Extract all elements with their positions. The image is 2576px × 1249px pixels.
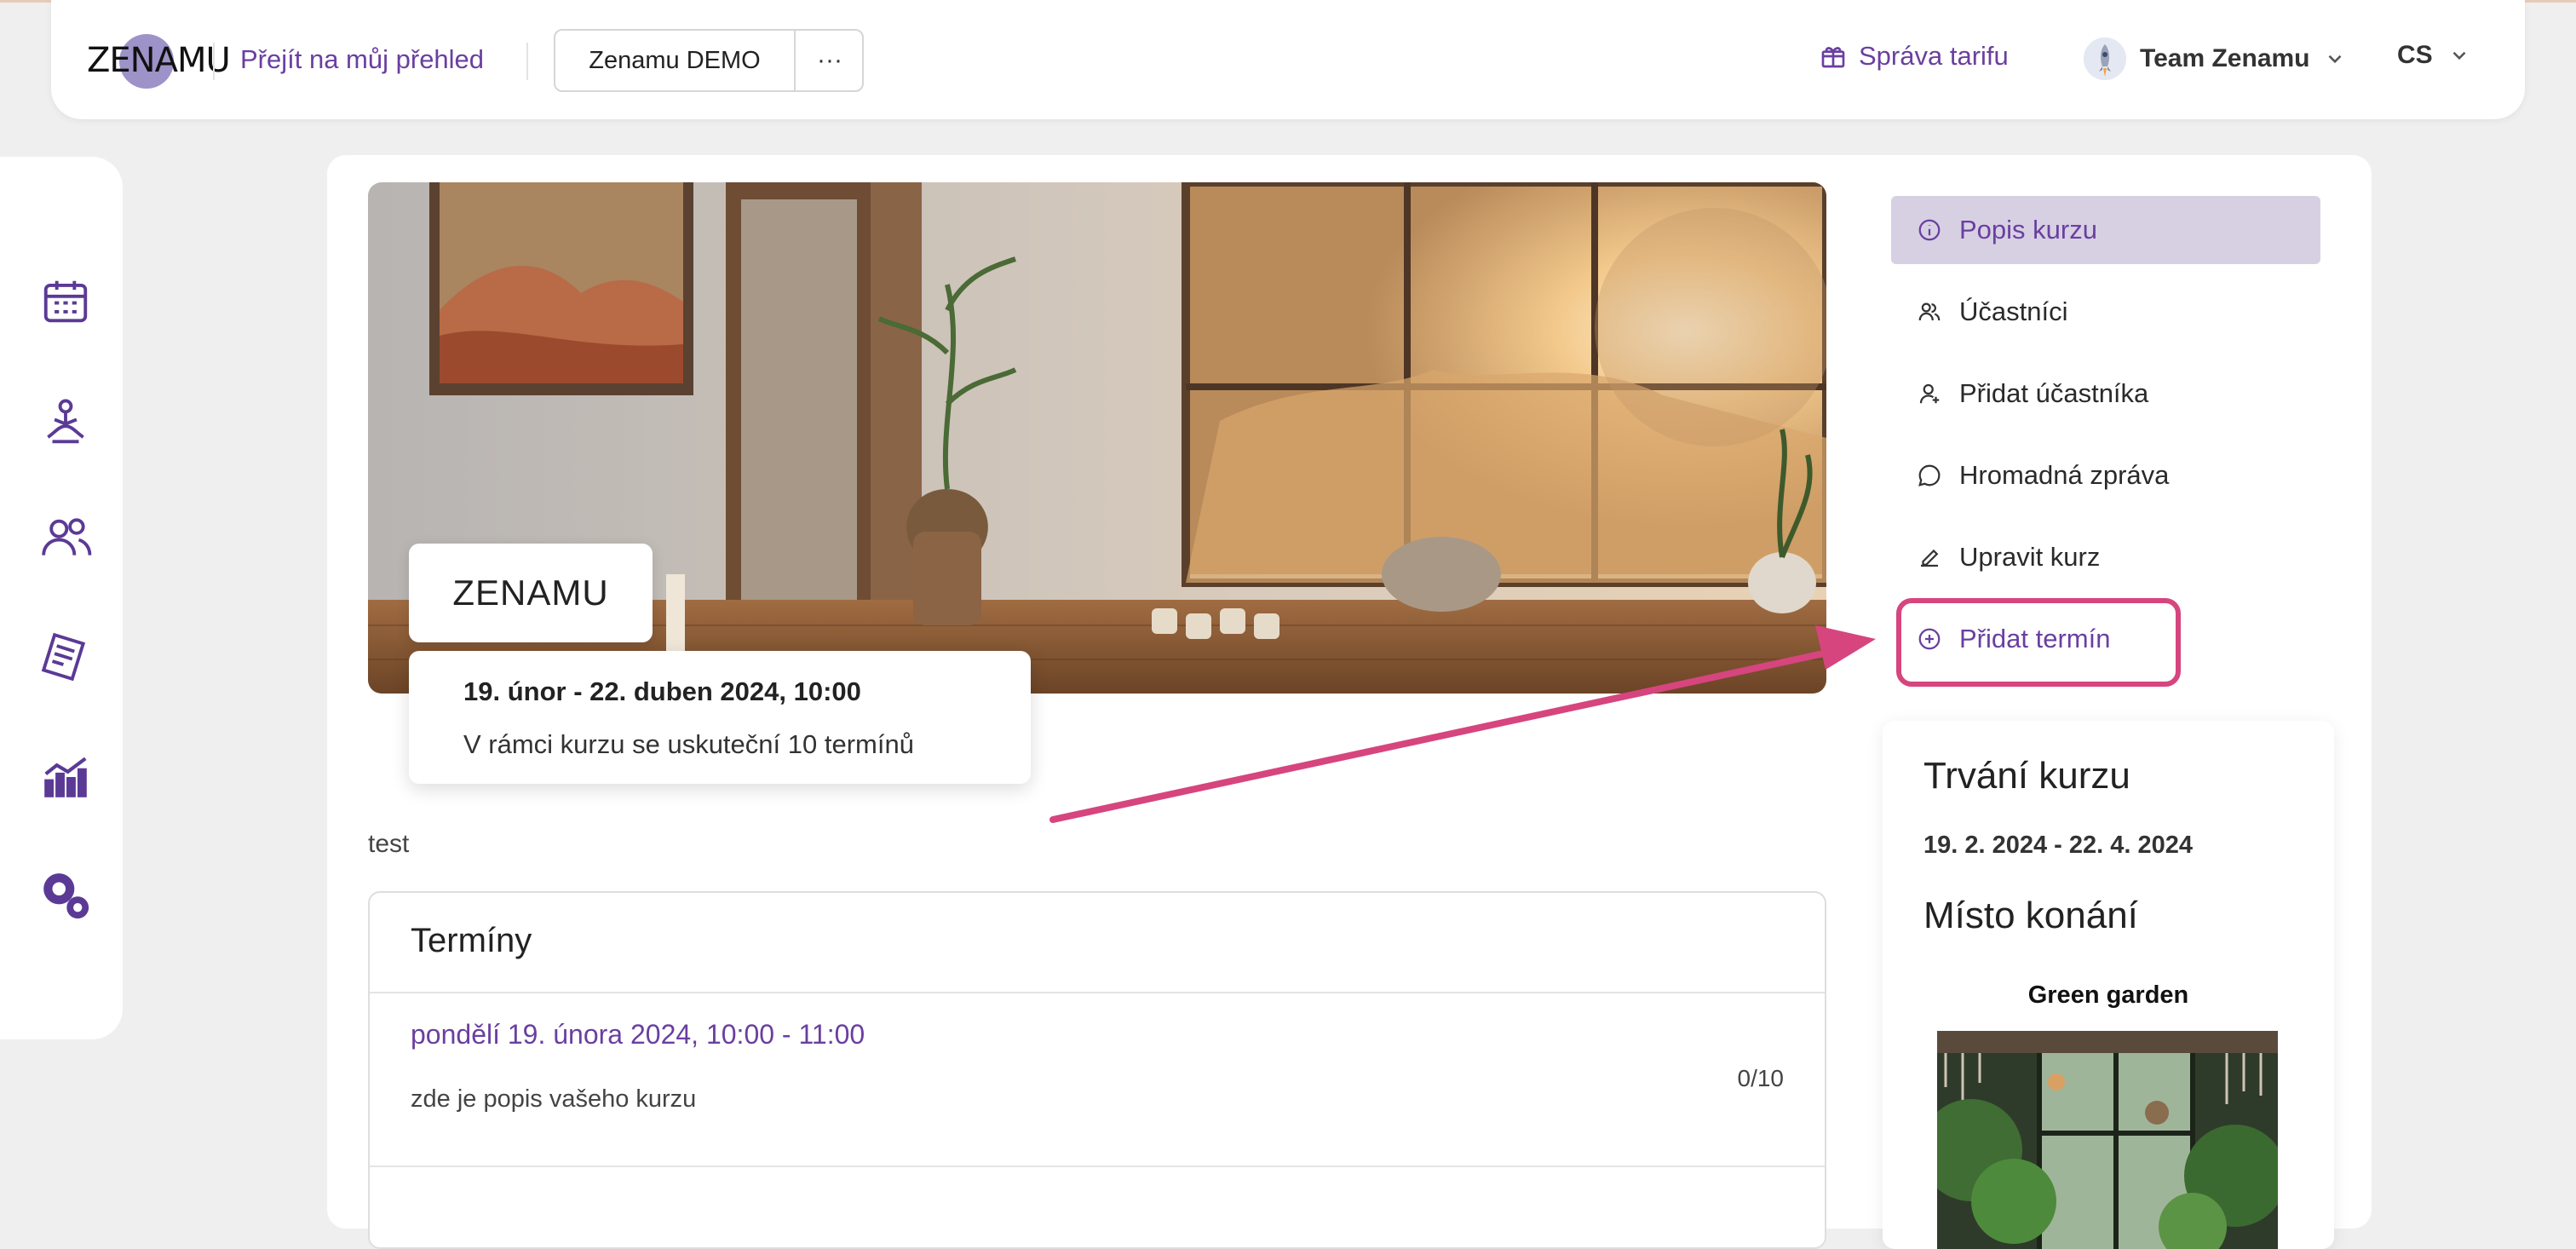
- course-sessions-info: V rámci kurzu se uskuteční 10 termínů: [463, 729, 914, 759]
- chevron-down-icon: [2452, 51, 2466, 60]
- menu-item-edit-course[interactable]: Upravit kurz: [1891, 523, 2320, 591]
- language-dropdown[interactable]: CS: [2397, 41, 2470, 70]
- highlight-box: [1896, 598, 2181, 687]
- term-capacity: 0/10: [1737, 1065, 1785, 1091]
- rocket-icon: [2084, 37, 2126, 80]
- menu-label: Přidat účastníka: [1959, 378, 2149, 408]
- account-switcher: Zenamu DEMO ···: [554, 29, 864, 92]
- tariff-link[interactable]: Správa tarifu: [1820, 41, 2009, 72]
- terms-panel: Termíny pondělí 19. února 2024, 10:00 - …: [368, 891, 1826, 1249]
- menu-item-add-participant[interactable]: Přidat účastníka: [1891, 360, 2320, 428]
- location-image: [1937, 1031, 2278, 1249]
- garden-image: [1937, 1031, 2278, 1249]
- term-datetime[interactable]: pondělí 19. února 2024, 10:00 - 11:00: [411, 1019, 865, 1050]
- document-icon[interactable]: [39, 630, 92, 683]
- duration-range: 19. 2. 2024 - 22. 4. 2024: [1923, 832, 2194, 859]
- team-dropdown[interactable]: Team Zenamu: [2084, 37, 2346, 80]
- term-description: zde je popis vašeho kurzu: [411, 1085, 697, 1113]
- divider: [370, 1166, 1825, 1167]
- participants-icon: [1918, 302, 1941, 321]
- location-heading: Místo konání: [1923, 895, 2138, 936]
- sidebar: [0, 157, 123, 1039]
- team-name: Team Zenamu: [2140, 44, 2310, 72]
- zenamu-logo[interactable]: ZENAMU: [85, 29, 231, 89]
- users-icon[interactable]: [39, 511, 92, 564]
- team-avatar: [2084, 37, 2126, 80]
- info-icon: [1918, 219, 1941, 241]
- course-info-card: Trvání kurzu 19. 2. 2024 - 22. 4. 2024 M…: [1883, 721, 2334, 1249]
- add-user-icon: [1919, 383, 1940, 404]
- course-date-range: 19. únor - 22. duben 2024, 10:00: [463, 676, 861, 706]
- meditation-icon[interactable]: [39, 395, 92, 448]
- course-description: test: [368, 830, 410, 858]
- calendar-icon[interactable]: [39, 274, 92, 327]
- language-label: CS: [2397, 41, 2433, 69]
- chat-icon: [1918, 464, 1941, 486]
- menu-item-participants[interactable]: Účastníci: [1891, 278, 2320, 346]
- menu-label: Upravit kurz: [1959, 542, 2101, 572]
- course-detail-card: ZENAMU 19. únor - 22. duben 2024, 10:00 …: [327, 155, 2372, 1249]
- statistics-icon[interactable]: [39, 750, 92, 803]
- duration-heading: Trvání kurzu: [1923, 755, 2130, 797]
- top-bar: ZENAMU Přejít na můj přehled Zenamu DEMO…: [51, 0, 2525, 119]
- divider: [213, 43, 215, 80]
- menu-label: Hromadná zpráva: [1959, 460, 2170, 490]
- gift-icon: [1821, 47, 1845, 68]
- menu-item-bulk-message[interactable]: Hromadná zpráva: [1891, 441, 2320, 509]
- pencil-icon: [1921, 549, 1939, 567]
- course-title: ZENAMU: [409, 544, 653, 642]
- overview-link[interactable]: Přejít na můj přehled: [240, 44, 484, 75]
- divider: [526, 43, 528, 80]
- terms-heading: Termíny: [411, 922, 532, 959]
- menu-label: Popis kurzu: [1959, 215, 2097, 245]
- logo-text: ZENAMU: [87, 41, 231, 80]
- tariff-label: Správa tarifu: [1859, 41, 2009, 71]
- chevron-down-icon: [2328, 55, 2341, 64]
- location-name: Green garden: [2027, 981, 2189, 1009]
- menu-label: Účastníci: [1959, 296, 2068, 326]
- account-more-button[interactable]: ···: [794, 31, 864, 90]
- settings-icon[interactable]: [39, 869, 92, 922]
- course-date-box: 19. únor - 22. duben 2024, 10:00 V rámci…: [409, 651, 1031, 784]
- menu-item-course-description[interactable]: Popis kurzu: [1891, 196, 2320, 264]
- account-button[interactable]: Zenamu DEMO: [555, 31, 794, 90]
- term-row[interactable]: pondělí 19. února 2024, 10:00 - 11:00 zd…: [370, 993, 1825, 1167]
